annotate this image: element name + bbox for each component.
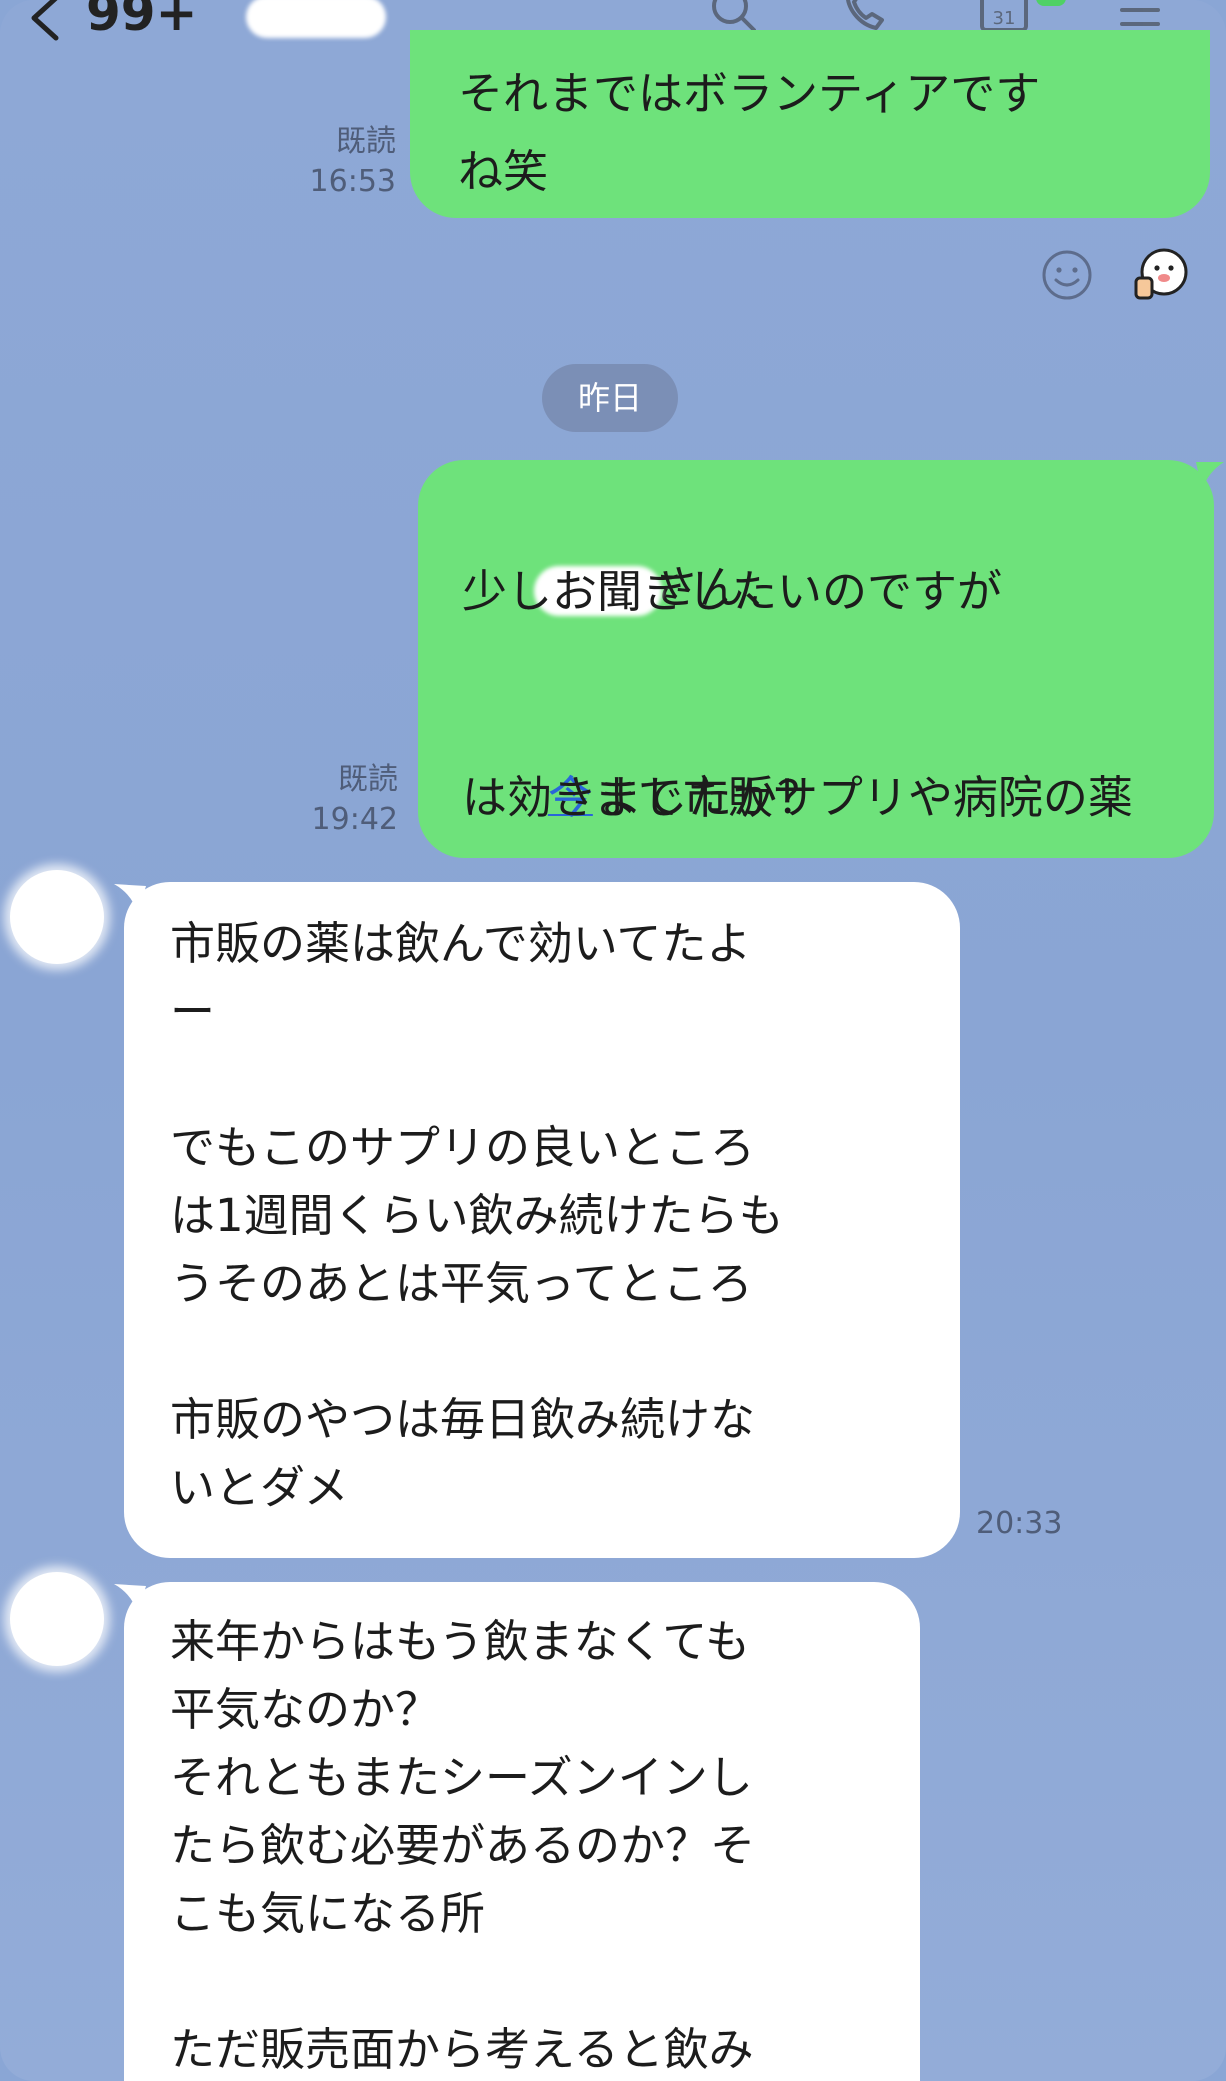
- notification-dot: [1036, 0, 1066, 6]
- message-text-line: ね笑: [458, 145, 549, 198]
- message-text: 来年からはもう飲まなくても 平気なのか？ それともまたシーズンインし たら飲む必…: [170, 1615, 756, 2076]
- unread-count: 99+: [86, 0, 198, 42]
- received-message-bubble[interactable]: 来年からはもう飲まなくても 平気なのか？ それともまたシーズンインし たら飲む必…: [124, 1582, 920, 2081]
- avatar[interactable]: [10, 870, 104, 964]
- back-icon[interactable]: [24, 0, 68, 46]
- read-receipt: 既読: [336, 124, 396, 159]
- smile-icon[interactable]: [1040, 248, 1094, 302]
- svg-text:31: 31: [993, 8, 1016, 29]
- message-text-line: 少しお聞きしたいのですが: [462, 565, 1003, 618]
- sent-message-bubble[interactable]: それまではボランティアです ね笑: [410, 30, 1210, 218]
- date-divider: 昨日: [542, 364, 678, 432]
- contact-name-redacted: [246, 0, 386, 38]
- bubble-tail: [1196, 462, 1224, 490]
- message-meta: 既読 16:53: [296, 122, 396, 202]
- chat-screen: 99+ 31 既読 16:53 それまではボランティアです ね笑 昨日 既読 1…: [0, 0, 1226, 2081]
- message-time: 19:42: [311, 802, 398, 837]
- thumbs-up-face-icon[interactable]: [1130, 244, 1192, 306]
- message-text-line: それまではボランティアです: [458, 67, 1041, 120]
- message-time: 20:33: [976, 1506, 1063, 1541]
- received-message-bubble[interactable]: 市販の薬は飲んで効いてたよ ー でもこのサプリの良いところ は1週間くらい飲み続…: [124, 882, 960, 1558]
- message-text: 市販の薬は飲んで効いてたよ ー でもこのサプリの良いところ は1週間くらい飲み続…: [170, 917, 784, 1514]
- avatar[interactable]: [10, 1572, 104, 1666]
- message-meta: 既読 19:42: [298, 760, 398, 840]
- read-receipt: 既読: [338, 762, 398, 797]
- sent-message-bubble[interactable]: さん、 少しお聞きしたいのですが 今まで市販サプリや病院の薬 は効きましたか？: [418, 460, 1214, 858]
- message-text-line: は効きましたか？: [462, 771, 823, 824]
- message-time: 16:53: [309, 164, 396, 199]
